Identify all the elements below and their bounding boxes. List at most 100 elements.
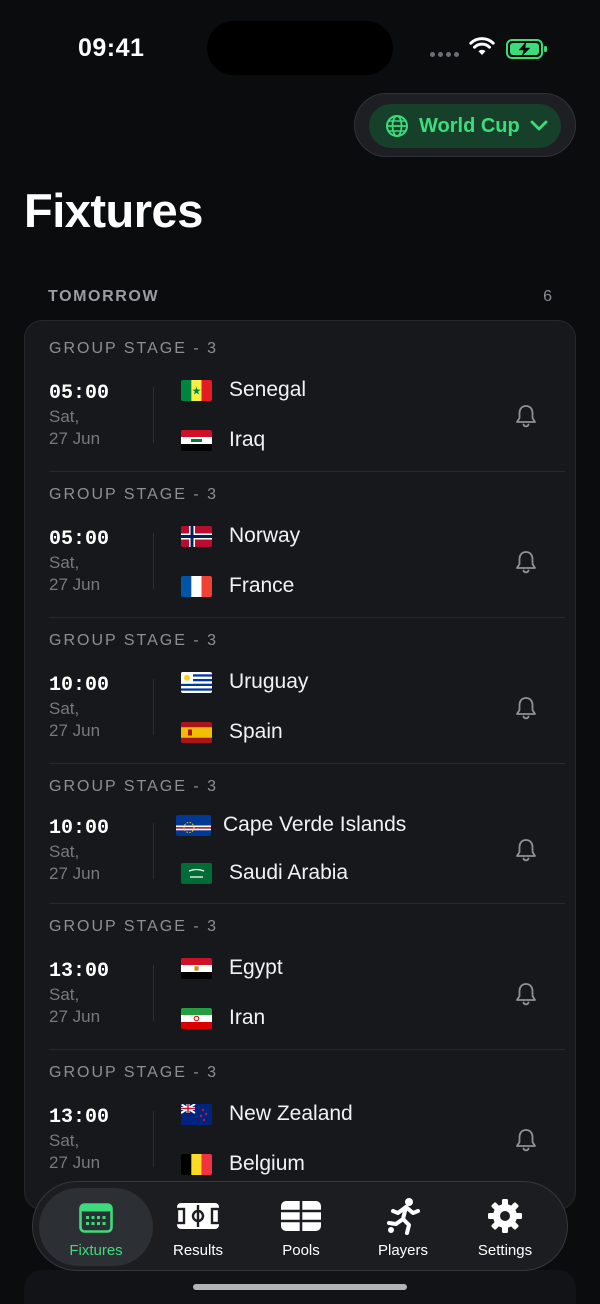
calendar-icon (79, 1200, 113, 1236)
flag-new-zealand-icon (181, 1103, 212, 1125)
home-team: Cape Verde Islands (176, 810, 406, 840)
away-team-name: Iran (229, 1006, 266, 1029)
match-row[interactable]: GROUP STAGE - 3 05:00 Sat, 27 Jun Senegal… (25, 321, 575, 471)
tab-players[interactable]: Players (351, 1182, 455, 1270)
match-time: 13:00 (49, 1106, 110, 1129)
home-team: Uruguay (181, 667, 308, 697)
home-team-name: Cape Verde Islands (223, 813, 407, 836)
home-team-name: Senegal (229, 378, 307, 401)
globe-icon (386, 115, 408, 137)
flag-iraq-icon (181, 429, 212, 451)
divider (153, 533, 154, 589)
away-team: Iraq (181, 425, 265, 455)
flag-france-icon (181, 575, 212, 597)
home-team-name: Norway (229, 524, 301, 547)
match-time: 10:00 (49, 817, 110, 840)
tab-label: Fixtures (69, 1242, 123, 1259)
cellular-signal-icon (430, 52, 460, 58)
away-team-name: Saudi Arabia (229, 861, 349, 884)
tab-results[interactable]: Results (146, 1182, 250, 1270)
match-date-label: 27 Jun (49, 864, 101, 883)
tab-pools[interactable]: Pools (249, 1182, 353, 1270)
away-team-name: France (229, 574, 295, 597)
match-row[interactable]: GROUP STAGE - 3 10:00 Sat, 27 Jun Uruguay… (25, 613, 575, 759)
match-time: 05:00 (49, 528, 110, 551)
competition-selector-button[interactable]: World Cup (369, 104, 561, 148)
table-icon (280, 1198, 322, 1234)
match-date: Sat, 27 Jun (49, 1130, 149, 1174)
flag-saudi-arabia-icon (181, 862, 212, 884)
flag-belgium-icon (181, 1153, 212, 1175)
player-kick-icon (385, 1198, 421, 1235)
status-time: 09:41 (78, 34, 145, 62)
away-team-name: Iraq (229, 428, 266, 451)
match-date: Sat, 27 Jun (49, 698, 149, 742)
flag-iran-icon (181, 1007, 212, 1029)
competition-selector[interactable]: World Cup (354, 93, 576, 157)
divider (153, 1111, 154, 1167)
bell-icon[interactable] (513, 695, 539, 721)
home-team: Norway (181, 521, 300, 551)
tab-settings[interactable]: Settings (453, 1182, 557, 1270)
pitch-icon (175, 1198, 221, 1234)
status-bar: 09:41 (0, 0, 600, 92)
match-day: Sat, (49, 699, 80, 718)
home-team-name: Uruguay (229, 670, 309, 693)
match-day: Sat, (49, 1131, 80, 1150)
match-row[interactable]: GROUP STAGE - 3 05:00 Sat, 27 Jun Norway … (25, 467, 575, 613)
flag-uruguay-icon (181, 671, 212, 693)
match-date-label: 27 Jun (49, 429, 101, 448)
match-time: 05:00 (49, 382, 110, 405)
dynamic-island (207, 21, 393, 75)
fixtures-card: GROUP STAGE - 3 05:00 Sat, 27 Jun Senegal… (24, 320, 576, 1210)
home-indicator[interactable] (193, 1284, 407, 1290)
bell-icon[interactable] (513, 1127, 539, 1153)
match-stage: GROUP STAGE - 3 (49, 340, 218, 357)
match-date-label: 27 Jun (49, 721, 101, 740)
away-team: Belgium (181, 1149, 305, 1179)
chevron-down-icon (530, 120, 548, 131)
home-team-name: Egypt (229, 956, 283, 979)
away-team: Iran (181, 1003, 265, 1033)
home-team: Senegal (181, 375, 306, 405)
flag-cape-verde-icon (176, 814, 211, 836)
tab-fixtures[interactable]: Fixtures (39, 1188, 153, 1266)
match-row[interactable]: GROUP STAGE - 3 10:00 Sat, 27 Jun Cape Ve… (25, 759, 575, 899)
bell-icon[interactable] (513, 403, 539, 429)
match-stage: GROUP STAGE - 3 (49, 486, 218, 503)
flag-egypt-icon (181, 957, 212, 979)
competition-label: World Cup (419, 114, 520, 137)
page-title: Fixtures (24, 184, 203, 237)
match-date: Sat, 27 Jun (49, 841, 149, 885)
away-team-name: Belgium (229, 1152, 305, 1175)
match-stage: GROUP STAGE - 3 (49, 918, 218, 935)
divider (153, 387, 154, 443)
away-team: France (181, 571, 294, 601)
home-team: New Zealand (181, 1099, 353, 1129)
match-date: Sat, 27 Jun (49, 984, 149, 1028)
match-time: 13:00 (49, 960, 110, 983)
divider (153, 823, 154, 879)
match-row[interactable]: GROUP STAGE - 3 13:00 Sat, 27 Jun Egypt I… (25, 899, 575, 1045)
section-count: 6 (543, 288, 552, 305)
tab-label: Pools (282, 1242, 320, 1259)
match-date-label: 27 Jun (49, 575, 101, 594)
section-header: TOMORROW 6 (48, 288, 552, 306)
flag-norway-icon (181, 525, 212, 547)
divider (153, 965, 154, 1021)
bell-icon[interactable] (513, 549, 539, 575)
away-team: Spain (181, 717, 283, 747)
match-day: Sat, (49, 407, 80, 426)
home-team-name: New Zealand (229, 1102, 353, 1125)
tab-label: Results (172, 1242, 224, 1259)
match-day: Sat, (49, 842, 80, 861)
match-stage: GROUP STAGE - 3 (49, 1064, 218, 1081)
bell-icon[interactable] (513, 981, 539, 1007)
match-date-label: 27 Jun (49, 1007, 101, 1026)
flag-spain-icon (181, 721, 212, 743)
match-stage: GROUP STAGE - 3 (49, 778, 218, 795)
bell-icon[interactable] (513, 837, 539, 863)
match-time: 10:00 (49, 674, 110, 697)
tab-bar: Fixtures Results Pools Players Settings (32, 1181, 568, 1271)
tab-label: Players (377, 1242, 429, 1259)
